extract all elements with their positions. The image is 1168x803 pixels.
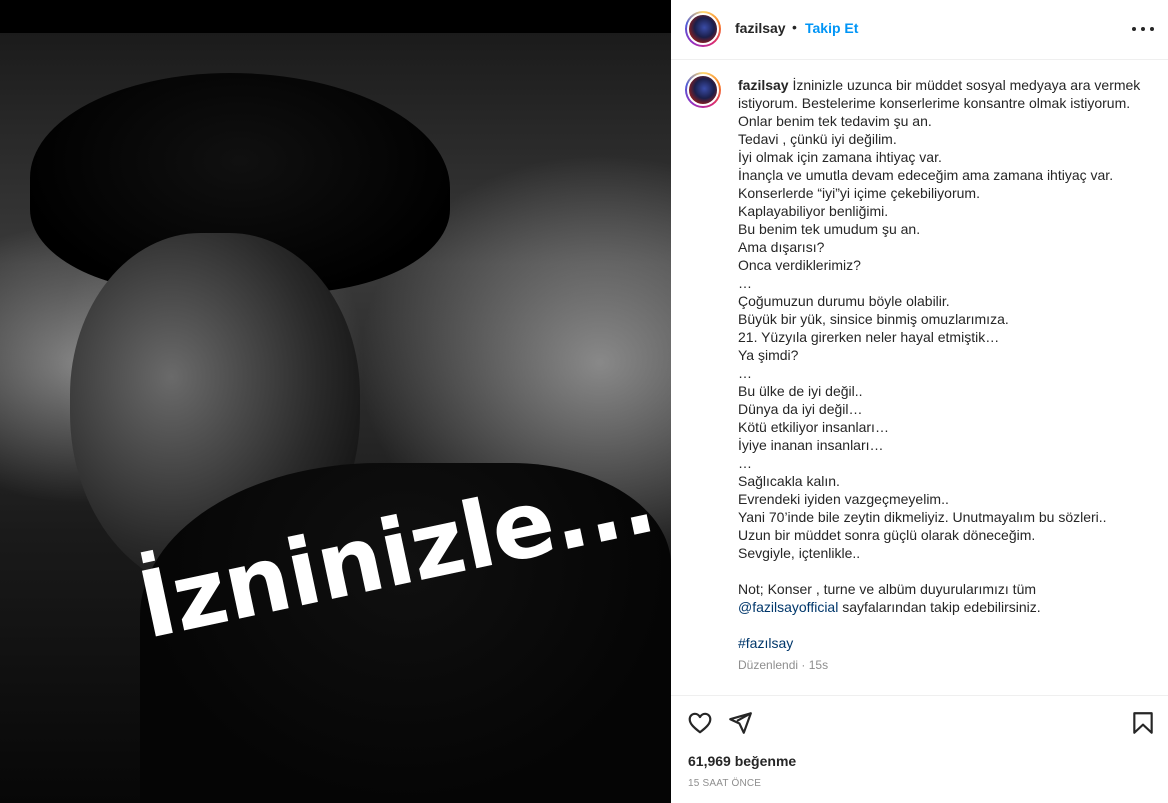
caption-line: Tedavi , çünkü iyi değilim. — [738, 131, 897, 147]
caption-line: Kötü etkiliyor insanları… — [738, 419, 889, 435]
caption-line: … — [738, 455, 752, 471]
mention-link[interactable]: @fazilsayofficial — [738, 599, 838, 615]
caption-line: Sağlıcakla kalın. — [738, 473, 840, 489]
caption-area: fazilsay İzninizle uzunca bir müddet sos… — [671, 61, 1168, 695]
caption-line: Kaplayabiliyor benliğimi. — [738, 203, 889, 219]
caption-line: Ya şimdi? — [738, 347, 799, 363]
caption-line: Ama dışarısı? — [738, 239, 825, 255]
caption-line: İnançla ve umutla devam edeceğim ama zam… — [738, 167, 1114, 183]
caption-line: Sevgiyle, içtenlikle.. — [738, 545, 861, 561]
caption-line: Büyük bir yük, sinsice binmiş omuzlarımı… — [738, 311, 1009, 327]
caption-age[interactable]: 15s — [809, 658, 828, 672]
caption-line: Dünya da iyi değil… — [738, 401, 863, 417]
post-time[interactable]: 15 SAAT ÖNCE — [688, 778, 761, 789]
caption-line: Çoğumuzun durumu böyle olabilir. — [738, 293, 950, 309]
likes-count[interactable]: 61,969 beğenme — [688, 753, 796, 769]
post-header: fazilsay • Takip Et — [671, 0, 1168, 60]
post-image[interactable]: İzninizle... — [0, 0, 671, 803]
caption-meta: Düzenlendi · 15s — [738, 658, 829, 672]
avatar[interactable] — [685, 11, 721, 47]
caption-line: Evrendeki iyiden vazgeçmeyelim.. — [738, 491, 949, 507]
caption-line: Bu ülke de iyi değil.. — [738, 383, 863, 399]
caption-hashtag-line: #fazılsay — [738, 634, 1148, 652]
caption-line: Onca verdiklerimiz? — [738, 257, 861, 273]
caption-line: 21. Yüzyıla girerken neler hayal etmişti… — [738, 329, 1000, 345]
follow-button[interactable]: Takip Et — [805, 20, 858, 36]
heart-icon[interactable] — [687, 710, 713, 736]
bookmark-icon[interactable] — [1130, 710, 1156, 736]
caption-line: İyi olmak için zamana ihtiyaç var. — [738, 149, 942, 165]
instagram-post: İzninizle... fazilsay • Takip Et fazilsa… — [0, 0, 1168, 803]
caption-lines: Tedavi , çünkü iyi değilim. İyi olmak içi… — [738, 130, 1148, 562]
hashtag-link[interactable]: #fazılsay — [738, 635, 793, 651]
paper-plane-icon[interactable] — [727, 710, 753, 736]
caption-note: Not; Konser , turne ve albüm duyurularım… — [738, 581, 1037, 597]
more-options-icon[interactable] — [1132, 18, 1154, 40]
caption-line: … — [738, 365, 752, 381]
caption-mention-line: @fazilsayofficial sayfalarından takip ed… — [738, 599, 1041, 615]
caption-avatar[interactable] — [685, 72, 721, 108]
caption-text: fazilsay İzninizle uzunca bir müddet sos… — [738, 76, 1148, 652]
caption-first-line: fazilsay İzninizle uzunca bir müddet sos… — [738, 77, 1145, 129]
separator-dot: • — [792, 19, 797, 35]
caption-line: Bu benim tek umudum şu an. — [738, 221, 921, 237]
post-actions: 61,969 beğenme 15 SAAT ÖNCE — [671, 695, 1168, 803]
caption-line: Yani 70’inde bile zeytin dikmeliyiz. Unu… — [738, 509, 1107, 525]
caption-line: İyiye inanan insanları… — [738, 437, 884, 453]
post-side-panel: fazilsay • Takip Et fazilsay İzninizle u… — [671, 0, 1168, 803]
photo-portrait — [0, 33, 671, 803]
header-username[interactable]: fazilsay — [735, 20, 786, 36]
caption-line: Uzun bir müddet sonra güçlü olarak dönec… — [738, 527, 1036, 543]
caption-line: … — [738, 275, 752, 291]
caption-line: Konserlerde “iyi”yi içime çekebiliyorum. — [738, 185, 980, 201]
edited-label: Düzenlendi — [738, 658, 799, 672]
caption-username[interactable]: fazilsay — [738, 77, 789, 93]
